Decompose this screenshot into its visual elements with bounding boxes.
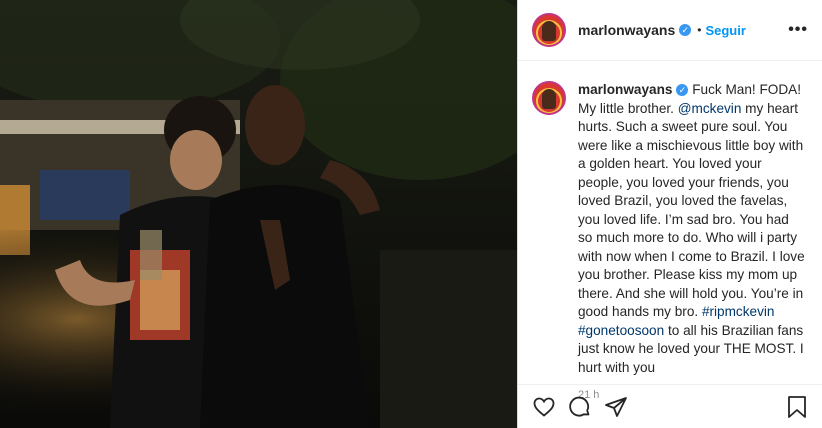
comment-icon[interactable]: [568, 395, 592, 419]
separator-dot: •: [697, 23, 702, 37]
heart-icon[interactable]: [532, 395, 556, 419]
action-bar: [518, 384, 822, 428]
caption-part2: my heart hurts. Such a sweet pure soul. …: [578, 100, 805, 320]
username-link[interactable]: marlonwayans: [578, 22, 675, 38]
caption-comment: marlonwayans ✓ Fuck Man! FODA! My little …: [518, 61, 822, 377]
hashtag-link[interactable]: #gonetoosoon: [578, 323, 664, 338]
caption-username[interactable]: marlonwayans: [578, 82, 672, 97]
photo-scene: [0, 0, 517, 428]
caption-avatar[interactable]: [532, 81, 566, 115]
verified-badge-icon: ✓: [679, 24, 692, 36]
follow-button[interactable]: Seguir: [705, 23, 745, 38]
bookmark-icon[interactable]: [786, 395, 808, 419]
more-options-icon[interactable]: •••: [788, 21, 808, 39]
post-header: marlonwayans ✓ • Seguir •••: [518, 0, 822, 61]
caption-text: marlonwayans ✓ Fuck Man! FODA! My little …: [578, 81, 806, 377]
mention-link[interactable]: @mckevin: [678, 101, 742, 116]
hashtag-link[interactable]: #ripmckevin: [702, 304, 775, 319]
instagram-post: marlonwayans ✓ • Seguir ••• marlonwayans…: [0, 0, 822, 428]
share-icon[interactable]: [604, 395, 628, 419]
post-sidebar: marlonwayans ✓ • Seguir ••• marlonwayans…: [517, 0, 822, 428]
post-photo[interactable]: [0, 0, 517, 428]
verified-badge-icon: ✓: [676, 84, 689, 97]
avatar[interactable]: [532, 13, 566, 47]
